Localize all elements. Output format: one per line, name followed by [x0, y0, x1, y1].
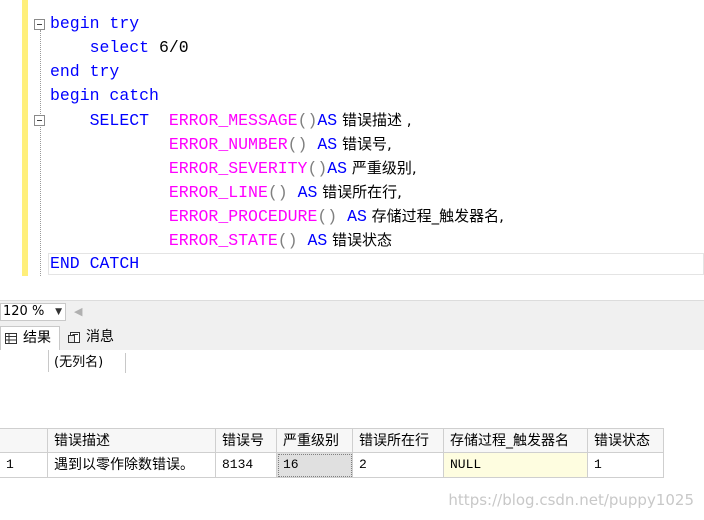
table-cell[interactable]: 8134: [216, 453, 277, 478]
row-header-column: [0, 350, 49, 372]
result-grid-2: 错误描述 错误号 严重级别 错误所在行 存储过程_触发器名 错误状态 1 遇到以…: [0, 428, 704, 480]
code-line-6: ERROR_NUMBER() AS 错误号,: [168, 135, 392, 154]
collapse-icon[interactable]: [34, 19, 45, 30]
collapse-icon[interactable]: [34, 115, 45, 126]
table-cell-null[interactable]: NULL: [444, 453, 588, 478]
message-icon: [68, 332, 80, 343]
code-line-4: begin catch: [50, 86, 159, 105]
tab-results[interactable]: 结果: [0, 326, 60, 350]
table-cell[interactable]: 遇到以零作除数错误。: [48, 453, 216, 478]
column-header[interactable]: 存储过程_触发器名: [444, 428, 588, 453]
results-tab-strip: 结果 消息: [0, 322, 704, 350]
column-header[interactable]: 错误状态: [588, 428, 664, 453]
result-grid-1: (无列名): [0, 350, 704, 380]
corner-header[interactable]: [0, 428, 48, 453]
zoom-value: 120 %: [3, 304, 45, 319]
selected-table-cell[interactable]: 16: [277, 453, 353, 478]
column-header[interactable]: 错误描述: [48, 428, 216, 453]
column-header[interactable]: 严重级别: [277, 428, 353, 453]
table-cell[interactable]: 2: [353, 453, 444, 478]
code-line-8: ERROR_LINE() AS 错误所在行,: [168, 183, 402, 202]
column-header[interactable]: 错误号: [216, 428, 277, 453]
column-header[interactable]: 错误所在行: [353, 428, 444, 453]
scroll-left-icon[interactable]: ◀: [74, 305, 82, 318]
zoom-dropdown[interactable]: 120 % ▼: [0, 303, 66, 321]
outline-guide: [40, 30, 41, 276]
code-line-7: ERROR_SEVERITY()AS 严重级别,: [168, 159, 417, 178]
chevron-down-icon[interactable]: ▼: [55, 304, 62, 320]
code-line-1: begin try: [50, 14, 140, 33]
editor-status-bar: 120 % ▼ ◀: [0, 300, 704, 323]
code-line-9: ERROR_PROCEDURE() AS 存储过程_触发器名,: [168, 207, 504, 226]
code-line-5: SELECT ERROR_MESSAGE()AS 错误描述 ,: [89, 111, 412, 130]
watermark-text: https://blog.csdn.net/puppy1025: [448, 491, 694, 509]
tab-messages[interactable]: 消息: [64, 326, 122, 350]
sql-code-editor[interactable]: begin try select 6/0 end try begin catch…: [0, 0, 704, 298]
code-line-11: END CATCH: [50, 254, 140, 273]
code-line-3: end try: [50, 62, 120, 81]
change-tracking-bar: [22, 0, 28, 276]
code-line-2: select 6/0: [89, 38, 189, 57]
grid-icon: [5, 333, 17, 344]
table-cell[interactable]: 1: [588, 453, 664, 478]
row-number[interactable]: 1: [0, 453, 48, 478]
column-header[interactable]: (无列名): [48, 353, 126, 373]
tab-results-label: 结果: [23, 330, 51, 346]
tab-messages-label: 消息: [86, 329, 114, 345]
code-line-10: ERROR_STATE() AS 错误状态: [168, 231, 393, 250]
current-line-highlight: [48, 253, 704, 275]
